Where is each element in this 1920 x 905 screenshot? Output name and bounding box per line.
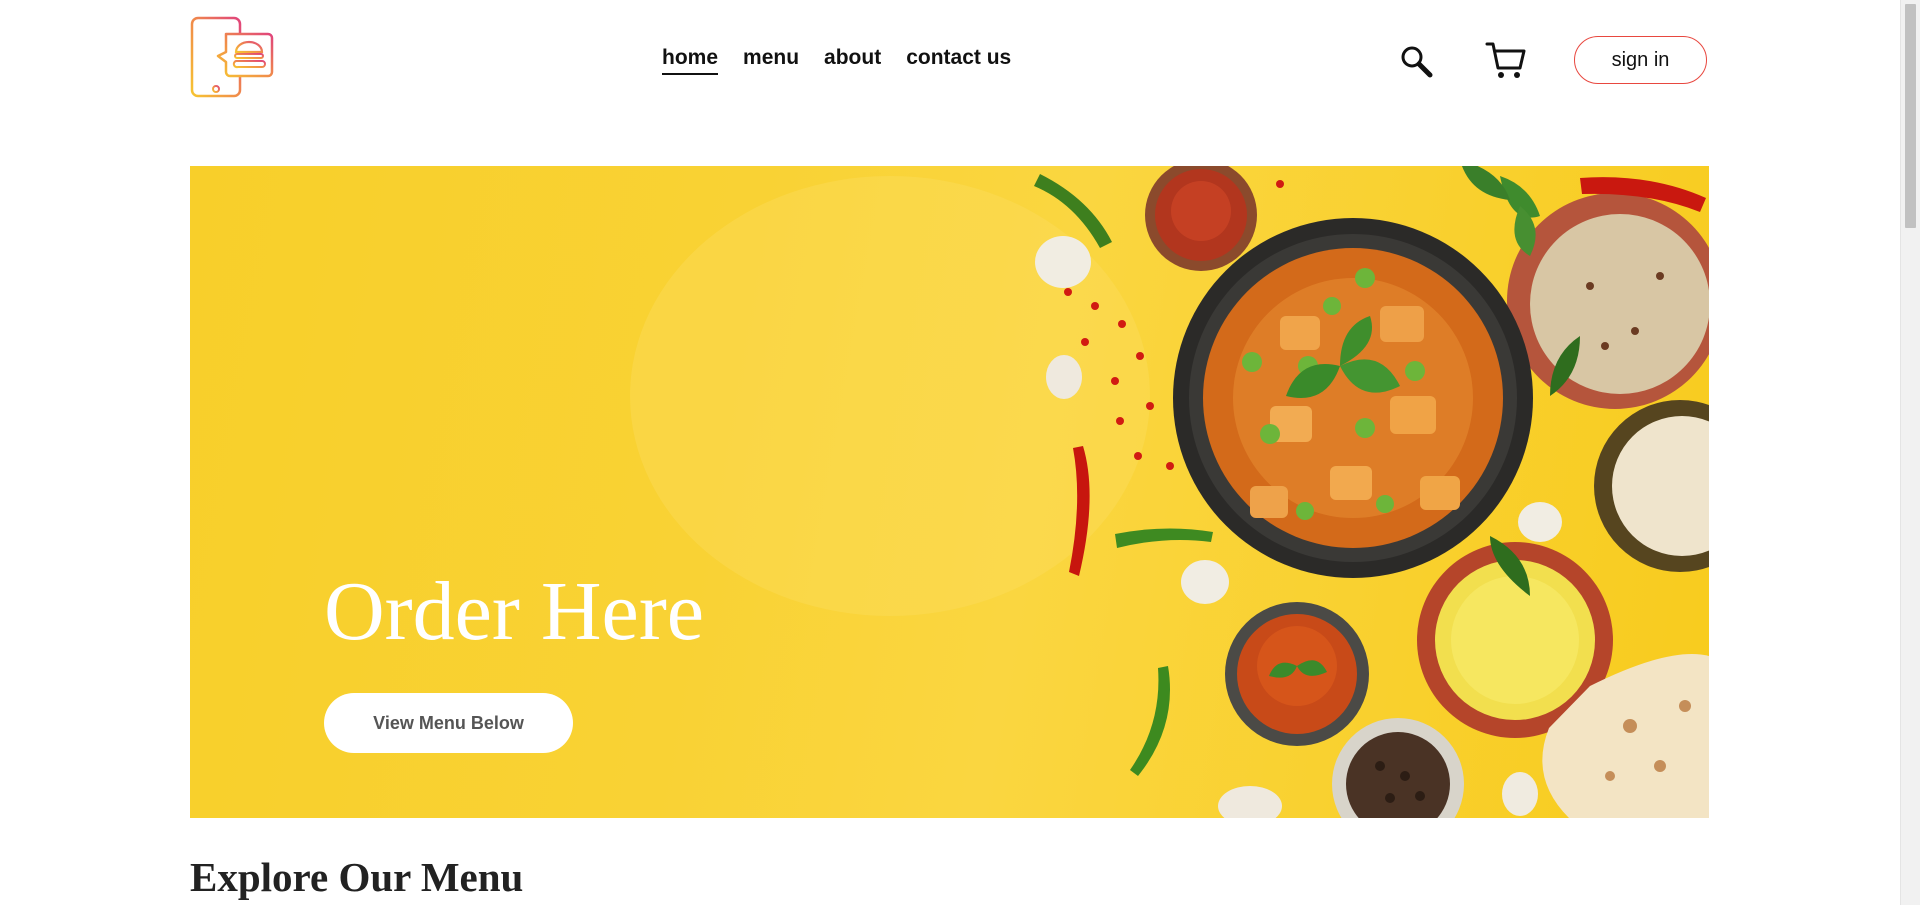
logo-icon[interactable]: [190, 16, 274, 100]
menu-section-title: Explore Our Menu: [190, 854, 524, 900]
site-header: home menu about contact us sign in: [190, 0, 1709, 120]
nav-contact-link[interactable]: contact us: [906, 46, 1011, 75]
hero-title: Order Here: [324, 565, 705, 658]
nav-menu-link[interactable]: menu: [743, 46, 799, 75]
page: home menu about contact us sign in Order…: [0, 0, 1920, 905]
search-icon[interactable]: [1399, 44, 1435, 80]
view-menu-button[interactable]: View Menu Below: [324, 693, 573, 753]
main-nav: home menu about contact us: [662, 46, 1011, 75]
scrollbar-thumb[interactable]: [1905, 4, 1916, 228]
nav-home-link[interactable]: home: [662, 46, 719, 75]
cart-icon[interactable]: [1485, 40, 1527, 80]
hero-banner: Order Here View Menu Below: [190, 166, 1709, 818]
sign-in-button[interactable]: sign in: [1574, 36, 1707, 84]
page-scrollbar[interactable]: [1900, 0, 1920, 905]
nav-about-link[interactable]: about: [824, 46, 881, 75]
